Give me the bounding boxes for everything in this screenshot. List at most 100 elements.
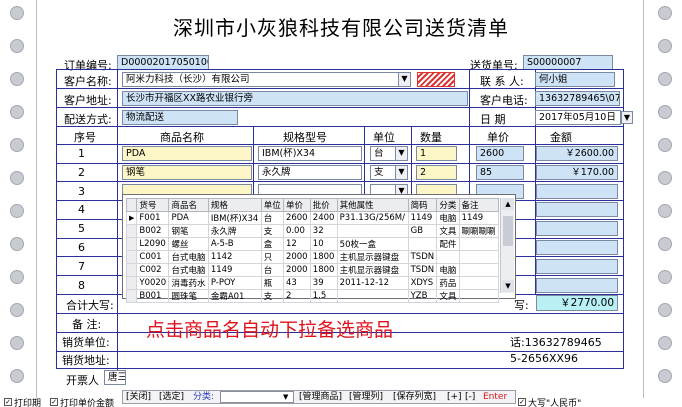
row-no-1: 1 — [78, 147, 85, 160]
scroll-thumb[interactable] — [503, 216, 513, 246]
row-2-qty-field[interactable]: 2 — [416, 165, 457, 180]
cell: 消毒药水 — [168, 276, 209, 290]
cell — [336, 224, 409, 238]
phone-label: 客户电话: — [480, 94, 528, 107]
cell: P31.13G/256M/ — [336, 211, 409, 225]
product-row[interactable]: ▶ F001 PDA IBM(杯)X34 台 2600 2400 P31.13G/256M/… — [125, 211, 500, 225]
product-dropdown-popup[interactable]: 货号 商品名 规格 单位 单价 批价 其他属性 简码 分类 备注 ▶ F001 P… — [122, 194, 516, 303]
row-8-amount-field[interactable] — [536, 278, 618, 293]
cell — [458, 237, 500, 251]
cell: 1149 — [207, 263, 262, 277]
row-1-unit-select[interactable]: 台 ▼ — [370, 146, 408, 161]
delivery-method-field[interactable]: 物流配送 — [122, 110, 238, 125]
print-date-checkbox[interactable]: ✓ — [4, 398, 12, 406]
popup-col-header[interactable]: 单位 — [260, 198, 284, 212]
cell: XDYS — [407, 276, 438, 290]
chevron-down-icon[interactable]: ▼ — [395, 166, 407, 179]
row-indicator-header — [125, 198, 138, 212]
row-2-price-field[interactable]: 85 — [476, 165, 524, 180]
product-row[interactable]: B002 钢笔 永久牌支 0.00 32 GB 文具 唰唰唰唰 — [125, 224, 500, 238]
right-feed-holes — [642, 0, 682, 407]
product-row[interactable]: Y0020 消毒药水 P-POY 瓶 43 39 2011-12-12 XDYS 药品 — [125, 276, 500, 290]
date-dropdown-icon[interactable]: ▼ — [621, 111, 633, 124]
cell: 文具 — [436, 224, 460, 238]
cell: PDA — [168, 211, 209, 225]
row-6-amount-field[interactable] — [536, 240, 618, 255]
product-row[interactable]: C002 台式电脑 1149 台 2000 1800 主机显示器键盘 TSDN 电脑 — [125, 263, 500, 277]
row-1-name-field[interactable]: PDA — [122, 146, 252, 161]
date-field[interactable]: 2017年05月10日 — [535, 110, 621, 125]
address-field[interactable]: 长沙市开福区XX路农业银行旁 — [122, 91, 468, 106]
feed-hole — [10, 39, 24, 53]
cell: 台式电脑 — [168, 250, 209, 264]
scroll-up-icon[interactable]: ▲ — [502, 198, 514, 210]
issuer-field[interactable]: 唐三 — [104, 370, 126, 385]
product-row[interactable]: L2090 螺丝 A-5-B 盒 12 10 50枚一盒 配件 — [125, 237, 500, 251]
row-no-3: 3 — [78, 185, 85, 198]
cell: 台 — [260, 211, 284, 225]
row-3-amount-field[interactable] — [536, 184, 618, 199]
row-2-unit-select[interactable]: 支 ▼ — [370, 165, 408, 180]
popup-col-header[interactable]: 单价 — [282, 198, 311, 212]
product-row[interactable]: C001 台式电脑 1142 只 2000 1800 主机显示器键盘 TSDN — [125, 250, 500, 264]
cell: L2090 — [136, 237, 170, 251]
product-row[interactable]: B001 圆珠笔 金霸A01 支 2 1.5 YZB 文具 — [125, 289, 500, 303]
cell: TSDN — [407, 250, 438, 264]
cell: 只 — [260, 250, 284, 264]
total-amount-field[interactable]: ￥2770.00 — [536, 295, 618, 311]
cell: 1800 — [309, 263, 338, 277]
phone-field[interactable]: 13632789465\073 — [535, 91, 620, 106]
cell: 台式电脑 — [168, 263, 209, 277]
row-1-qty-field[interactable]: 1 — [416, 146, 457, 161]
popup-col-header[interactable]: 备注 — [458, 198, 500, 212]
row-5-amount-field[interactable] — [536, 221, 618, 236]
row-1-spec-field[interactable]: IBM(杯)X34 — [258, 146, 362, 161]
chevron-down-icon[interactable]: ▼ — [398, 73, 410, 86]
customer-select[interactable]: 阿米力科技（长沙）有限公司 ▼ — [122, 72, 411, 87]
cell: 主机显示器键盘 — [336, 263, 409, 277]
delivery-no-field[interactable]: S00000007 — [523, 55, 613, 70]
print-amount-checkbox[interactable]: ✓ — [50, 398, 58, 406]
cell: A-5-B — [207, 237, 262, 251]
popup-scrollbar[interactable]: ▲ ▼ — [500, 198, 514, 293]
feed-hole — [10, 105, 24, 119]
row-1-amount-field[interactable]: ￥2600.00 — [536, 146, 618, 161]
feed-hole — [10, 72, 24, 86]
date-label: 日 期 — [480, 113, 506, 126]
popup-col-header[interactable]: 批价 — [309, 198, 338, 212]
customer-value: 阿米力科技（长沙）有限公司 — [126, 74, 250, 85]
total-label: 写: — [514, 299, 529, 312]
order-no-field[interactable]: D000020170501005 — [117, 55, 209, 70]
col-header-price: 单价 — [487, 131, 509, 144]
row-2-amount-field[interactable]: ￥170.00 — [536, 165, 618, 180]
cell: 钢笔 — [168, 224, 209, 238]
scroll-down-icon[interactable]: ▼ — [502, 280, 514, 292]
cell: 32 — [309, 224, 338, 238]
row-indicator — [125, 276, 138, 290]
row-7-amount-field[interactable] — [536, 259, 618, 274]
cell: IBM(杯)X34 — [207, 211, 262, 225]
col-header-name: 商品名称 — [160, 131, 204, 144]
seller-phone: 话:13632789465 — [510, 336, 602, 349]
popup-col-header[interactable]: 其他属性 — [336, 198, 409, 212]
seller-address: 5-2656XX96 — [510, 352, 579, 365]
caps-checkbox[interactable]: ✓ — [518, 398, 526, 406]
cell: F001 — [136, 211, 170, 225]
row-4-amount-field[interactable] — [536, 202, 618, 217]
cell: TSDN — [407, 263, 438, 277]
row-1-price-field[interactable]: 2600 — [476, 146, 524, 161]
row-2-name-field[interactable]: 钢笔 — [122, 165, 252, 180]
contact-field[interactable]: 何小姐 — [535, 72, 615, 87]
row-no-5: 5 — [78, 222, 85, 235]
popup-col-header[interactable]: 商品名 — [168, 198, 209, 212]
chevron-down-icon[interactable]: ▼ — [395, 147, 407, 160]
row-2-spec-field[interactable]: 永久牌 — [258, 165, 362, 180]
cell — [407, 237, 438, 251]
popup-col-header[interactable]: 简码 — [407, 198, 438, 212]
popup-col-header[interactable]: 分类 — [436, 198, 460, 212]
popup-col-header[interactable]: 货号 — [136, 198, 170, 212]
feed-hole — [10, 336, 24, 350]
cell: 50枚一盒 — [336, 237, 409, 251]
popup-col-header[interactable]: 规格 — [207, 198, 262, 212]
cell: 1149 — [407, 211, 438, 225]
